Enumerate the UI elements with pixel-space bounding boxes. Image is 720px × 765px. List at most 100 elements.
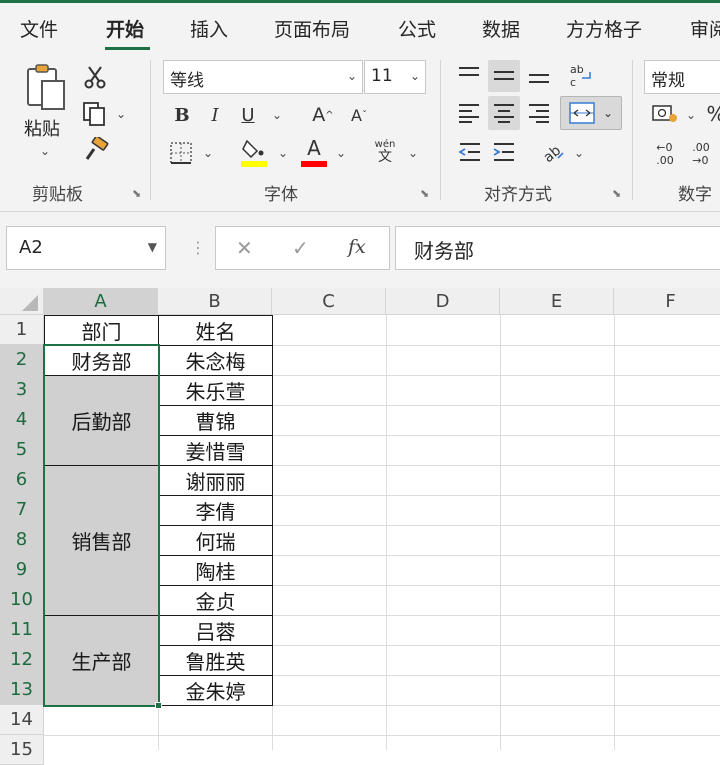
font-color-dropdown[interactable]: ⌄ [336,146,346,160]
borders-icon[interactable] [168,140,194,166]
fill-color-dropdown[interactable]: ⌄ [278,146,288,160]
percent-button[interactable]: % [706,100,720,128]
copy-dropdown[interactable]: ⌄ [116,107,126,121]
column-header-f[interactable]: F [614,288,720,315]
merged-cell-a3-a5[interactable]: 后勤部 [44,375,159,466]
row-header-13[interactable]: 13 [0,675,44,705]
font-color-icon[interactable]: A [300,136,328,168]
row-header-14[interactable]: 14 [0,705,44,735]
align-left-icon[interactable] [456,100,482,126]
row-header-11[interactable]: 11 [0,615,44,645]
tab-page-layout[interactable]: 页面布局 [274,15,350,42]
cell-b1[interactable]: 姓名 [158,315,273,346]
merged-cell-a11-a13[interactable]: 生产部 [44,615,159,706]
increase-decimal-button[interactable]: ←0 .00 [650,138,680,170]
wrap-text-icon[interactable]: ab c [566,60,596,90]
font-name-select[interactable]: 等线 ⌄ [163,60,363,94]
row-header-12[interactable]: 12 [0,645,44,675]
cell-b10[interactable]: 金贞 [158,585,273,616]
column-header-b[interactable]: B [158,288,272,315]
insert-function-icon[interactable]: fx [348,236,366,258]
cell-b11[interactable]: 吕蓉 [158,615,273,646]
shrink-font-button[interactable]: Aˇ [348,102,370,128]
alignment-launcher-icon[interactable]: ⬊ [612,187,621,200]
cell-b12[interactable]: 鲁胜英 [158,645,273,676]
cell-b9[interactable]: 陶桂 [158,555,273,586]
tab-insert[interactable]: 插入 [190,15,228,42]
row-header-9[interactable]: 9 [0,555,44,585]
row-header-1[interactable]: 1 [0,315,44,345]
format-painter-icon[interactable] [82,136,110,164]
underline-button[interactable]: U [238,102,258,128]
italic-button[interactable]: I [205,102,225,128]
row-header-4[interactable]: 4 [0,405,44,435]
cut-icon[interactable] [82,64,108,90]
phonetic-dropdown[interactable]: ⌄ [408,146,418,160]
tab-review[interactable]: 审阅 [690,15,720,42]
worksheet-grid[interactable]: A B C D E F 1 2 3 4 5 6 7 8 9 10 11 12 1… [0,288,720,765]
enter-icon[interactable]: ✓ [292,236,309,260]
merge-center-button[interactable]: ⌄ [560,96,622,130]
cancel-icon[interactable]: ✕ [236,236,253,260]
column-header-c[interactable]: C [272,288,386,315]
decrease-indent-icon[interactable] [456,138,484,166]
font-launcher-icon[interactable]: ⬊ [420,187,429,200]
cell-b2[interactable]: 朱念梅 [158,345,273,376]
decrease-decimal-button[interactable]: .00 →0 [686,138,716,170]
paste-dropdown[interactable]: ⌄ [40,144,50,158]
tab-home[interactable]: 开始 [106,15,144,42]
cell-b5[interactable]: 姜惜雪 [158,435,273,466]
row-header-7[interactable]: 7 [0,495,44,525]
borders-dropdown[interactable]: ⌄ [203,146,213,160]
column-header-a[interactable]: A [44,288,158,315]
row-header-2[interactable]: 2 [0,345,44,375]
name-box[interactable]: A2 ▼ [6,226,166,270]
align-right-icon[interactable] [526,100,552,126]
orientation-dropdown[interactable]: ⌄ [574,146,584,160]
merged-cell-a6-a10[interactable]: 销售部 [44,465,159,616]
fill-handle[interactable] [155,702,162,709]
cell-b7[interactable]: 李倩 [158,495,273,526]
align-middle-icon[interactable] [488,60,520,92]
row-header-5[interactable]: 5 [0,435,44,465]
cell-b6[interactable]: 谢丽丽 [158,465,273,496]
phonetic-icon[interactable]: wén 文 [372,136,398,168]
cell-a2[interactable]: 财务部 [44,345,159,376]
grow-font-button[interactable]: A ^ [312,102,334,128]
column-header-d[interactable]: D [386,288,500,315]
clipboard-launcher-icon[interactable]: ⬊ [132,187,141,200]
paste-label[interactable]: 粘贴 [24,115,60,141]
orientation-icon[interactable]: ab [538,136,568,166]
select-all-corner[interactable] [0,288,44,315]
cell-a1[interactable]: 部门 [44,315,159,346]
row-header-6[interactable]: 6 [0,465,44,495]
font-size-select[interactable]: 11 ⌄ [364,60,426,94]
row-header-8[interactable]: 8 [0,525,44,555]
row-header-3[interactable]: 3 [0,375,44,405]
accounting-format-icon[interactable] [650,100,680,128]
cell-b13[interactable]: 金朱婷 [158,675,273,706]
tab-formulas[interactable]: 公式 [398,15,436,42]
row-header-15[interactable]: 15 [0,735,44,765]
accounting-dropdown[interactable]: ⌄ [686,108,696,122]
cell-b3[interactable]: 朱乐萱 [158,375,273,406]
copy-icon[interactable] [80,100,108,128]
cell-b8[interactable]: 何瑞 [158,525,273,556]
number-format-select[interactable]: 常规 [644,60,720,94]
underline-dropdown[interactable]: ⌄ [272,108,282,122]
align-center-icon[interactable] [488,96,520,130]
fill-color-icon[interactable] [240,136,268,168]
paste-icon[interactable] [22,62,70,114]
increase-indent-icon[interactable] [490,138,518,166]
align-bottom-icon[interactable] [526,62,552,88]
tab-data[interactable]: 数据 [482,15,520,42]
bold-button[interactable]: B [172,102,192,128]
cell-b4[interactable]: 曹锦 [158,405,273,436]
tab-fangfang[interactable]: 方方格子 [566,15,642,42]
formula-input[interactable]: 财务部 [395,226,720,270]
row-header-10[interactable]: 10 [0,585,44,615]
column-header-e[interactable]: E [500,288,614,315]
more-dots-icon[interactable]: ⋮ [190,238,206,257]
align-top-icon[interactable] [456,62,482,88]
tab-file[interactable]: 文件 [20,15,58,42]
